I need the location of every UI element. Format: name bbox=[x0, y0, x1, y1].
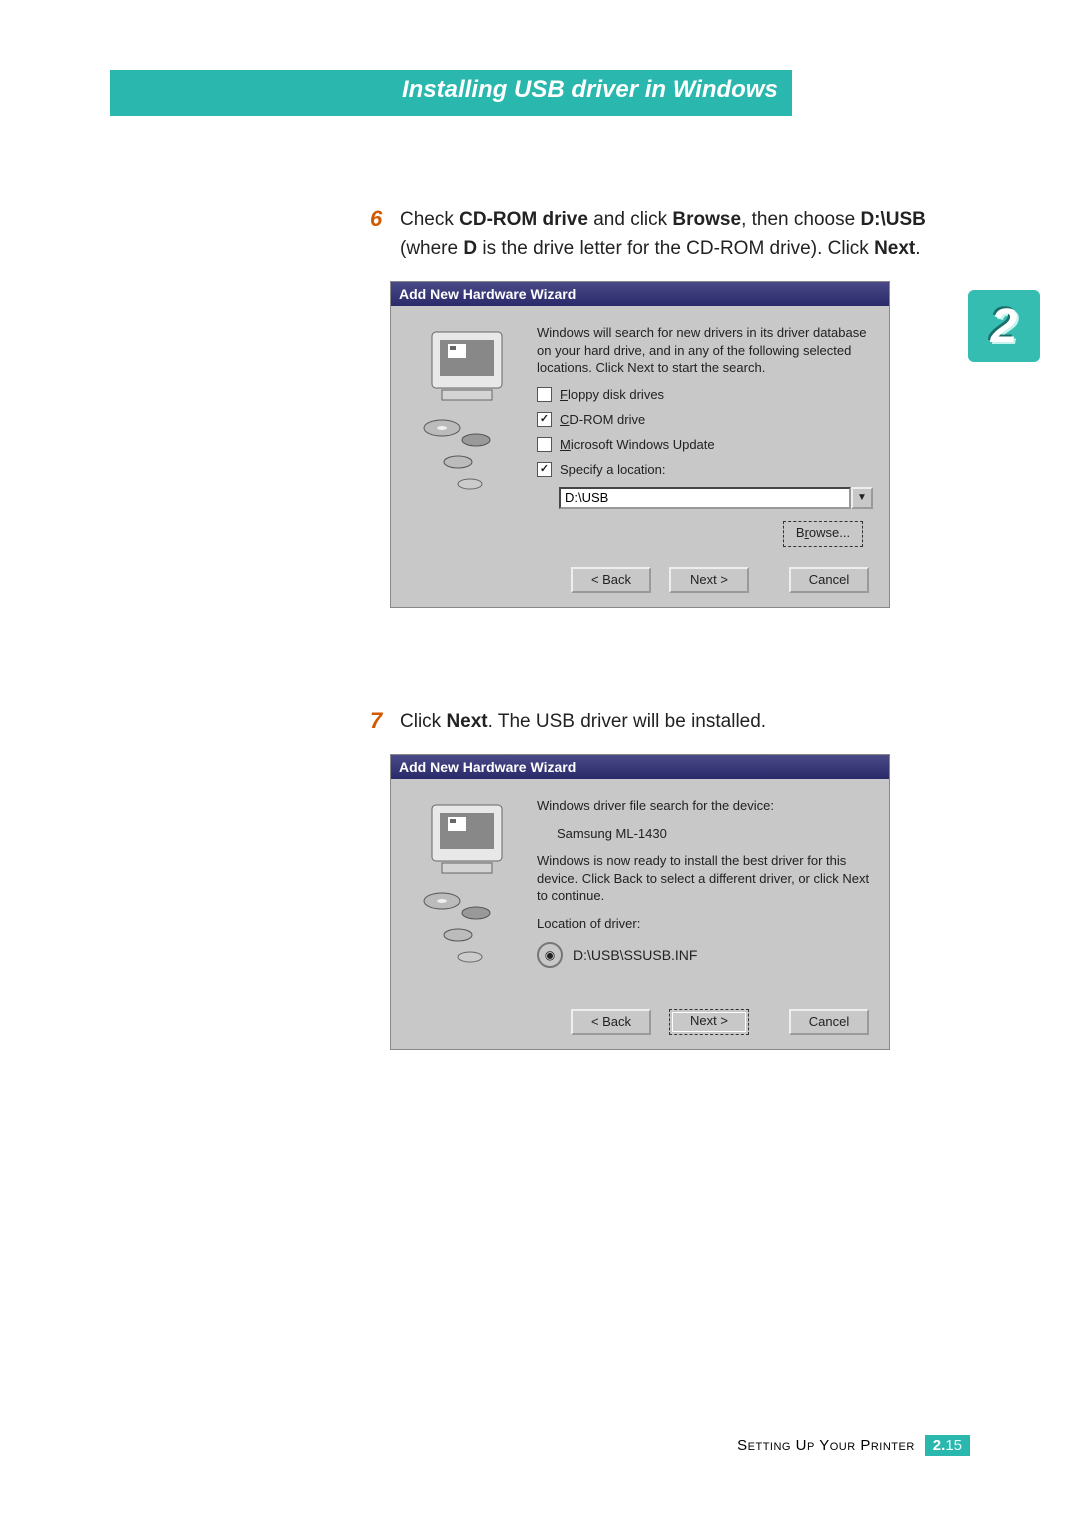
dialog-footer: < Back Next > Cancel bbox=[391, 557, 889, 607]
checkbox-icon[interactable] bbox=[537, 437, 552, 452]
browse-button[interactable]: Browse... bbox=[783, 521, 863, 547]
checkbox-label: Microsoft Windows Update bbox=[560, 437, 715, 452]
wizard-art-icon bbox=[407, 324, 537, 547]
location-input-row: ▼ bbox=[559, 487, 873, 509]
cd-icon: ◉ bbox=[537, 942, 563, 968]
back-button[interactable]: < Back bbox=[571, 1009, 651, 1035]
specify-location-checkbox-row[interactable]: ✓ Specify a location: bbox=[537, 462, 873, 477]
computer-hardware-icon bbox=[412, 324, 532, 494]
location-input[interactable] bbox=[559, 487, 851, 509]
page: Installing USB driver in Windows 2 6 Che… bbox=[0, 0, 1080, 1526]
dialog-footer: < Back Next > Cancel bbox=[391, 999, 889, 1049]
page-title: Installing USB driver in Windows bbox=[142, 70, 792, 116]
windows-update-checkbox-row[interactable]: Microsoft Windows Update bbox=[537, 437, 873, 452]
dropdown-arrow-icon[interactable]: ▼ bbox=[851, 487, 873, 509]
add-hardware-wizard-dialog-2: Add New Hardware Wizard bbox=[390, 754, 890, 1050]
cancel-button[interactable]: Cancel bbox=[789, 1009, 869, 1035]
step-text: Click Next. The USB driver will be insta… bbox=[400, 708, 766, 737]
next-button[interactable]: Next > bbox=[669, 1009, 749, 1035]
checkbox-label: Floppy disk drives bbox=[560, 387, 664, 402]
footer-page-number: 2.15 bbox=[925, 1435, 970, 1456]
cancel-button[interactable]: Cancel bbox=[789, 567, 869, 593]
next-button[interactable]: Next > bbox=[669, 567, 749, 593]
dialog-title: Add New Hardware Wizard bbox=[391, 282, 889, 306]
computer-hardware-icon bbox=[412, 797, 532, 967]
checkbox-icon[interactable] bbox=[537, 387, 552, 402]
step-number: 6 bbox=[370, 206, 400, 263]
step-text: Check CD-ROM drive and click Browse, the… bbox=[400, 206, 926, 263]
checkbox-label: Specify a location: bbox=[560, 462, 666, 477]
chapter-tab-number: 2 bbox=[991, 299, 1018, 354]
content: 6 Check CD-ROM drive and click Browse, t… bbox=[370, 206, 940, 1050]
footer-chapter-name: Setting Up Your Printer bbox=[737, 1437, 915, 1454]
step-7: 7 Click Next. The USB driver will be ins… bbox=[370, 708, 940, 737]
step-6: 6 Check CD-ROM drive and click Browse, t… bbox=[370, 206, 940, 263]
dialog-body: Windows driver file search for the devic… bbox=[391, 779, 889, 999]
browse-row: Browse... bbox=[537, 521, 873, 547]
cdrom-checkbox-row[interactable]: ✓ CD-ROM drive bbox=[537, 412, 873, 427]
dialog-body: Windows will search for new drivers in i… bbox=[391, 306, 889, 557]
checkbox-label: CD-ROM drive bbox=[560, 412, 645, 427]
dialog-content: Windows driver file search for the devic… bbox=[537, 797, 873, 989]
floppy-checkbox-row[interactable]: Floppy disk drives bbox=[537, 387, 873, 402]
back-button[interactable]: < Back bbox=[571, 567, 651, 593]
chapter-tab: 2 bbox=[968, 290, 1040, 362]
page-footer: Setting Up Your Printer 2.15 bbox=[737, 1435, 970, 1456]
driver-location-row: ◉ D:\USB\SSUSB.INF bbox=[537, 942, 873, 968]
dialog-content: Windows will search for new drivers in i… bbox=[537, 324, 873, 547]
add-hardware-wizard-dialog-1: Add New Hardware Wizard bbox=[390, 281, 890, 608]
section-header: Installing USB driver in Windows bbox=[110, 70, 970, 116]
step-number: 7 bbox=[370, 708, 400, 737]
device-name: Samsung ML-1430 bbox=[537, 825, 873, 843]
dialog-intro: Windows will search for new drivers in i… bbox=[537, 324, 873, 377]
wizard-art-icon bbox=[407, 797, 537, 989]
dialog-title: Add New Hardware Wizard bbox=[391, 755, 889, 779]
driver-location-value: D:\USB\SSUSB.INF bbox=[573, 947, 697, 963]
checkbox-icon[interactable]: ✓ bbox=[537, 412, 552, 427]
search-for-label: Windows driver file search for the devic… bbox=[537, 797, 873, 815]
checkbox-icon[interactable]: ✓ bbox=[537, 462, 552, 477]
ready-text: Windows is now ready to install the best… bbox=[537, 852, 873, 905]
header-accent bbox=[110, 70, 142, 116]
location-label: Location of driver: bbox=[537, 915, 873, 933]
